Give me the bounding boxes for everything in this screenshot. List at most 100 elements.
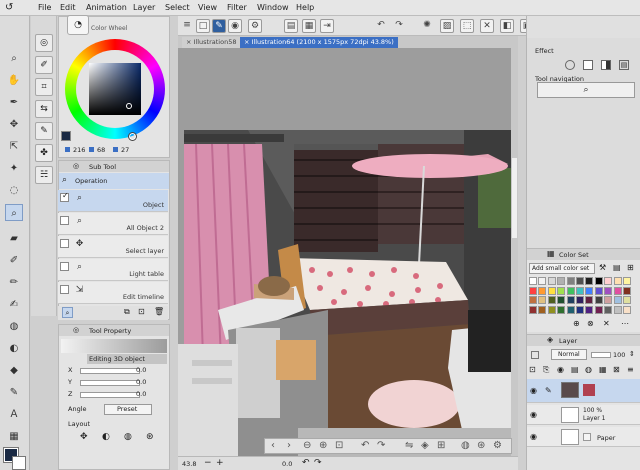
layer-row-layer1[interactable]: ◉ 100 % Layer 1 xyxy=(527,405,640,425)
nav-zoom-in-icon[interactable]: ⊕ xyxy=(319,440,327,451)
invert-selection-icon[interactable]: ◧ xyxy=(500,19,514,33)
layer-toggle-icon[interactable] xyxy=(531,351,539,359)
color-swatch[interactable] xyxy=(623,277,631,285)
new-sub-tool-icon[interactable]: ⊡ xyxy=(138,307,145,316)
swatch-replace-icon[interactable]: ⊗ xyxy=(587,319,594,328)
opacity-slider[interactable] xyxy=(591,352,611,358)
color-swatch[interactable] xyxy=(566,277,575,285)
layer-mask-icon[interactable]: ▤ xyxy=(571,365,579,374)
color-swatch[interactable] xyxy=(585,277,594,285)
color-swatch[interactable] xyxy=(604,277,613,285)
color-swatches[interactable] xyxy=(529,277,633,317)
menu-file[interactable]: File xyxy=(38,3,51,12)
menu-layer[interactable]: Layer xyxy=(133,3,155,12)
color-swatch[interactable] xyxy=(529,286,537,295)
effect-half-icon[interactable] xyxy=(601,60,611,70)
blend-mode-dropdown[interactable]: Normal xyxy=(551,349,587,360)
color-set-dropdown[interactable]: Add small color set xyxy=(529,263,595,274)
axis-value[interactable]: 0.0 xyxy=(136,366,146,374)
swatch-add-icon[interactable]: ⊕ xyxy=(573,319,580,328)
effect-circle-icon[interactable] xyxy=(565,60,575,70)
slider-x[interactable] xyxy=(80,368,140,374)
settings-gear-icon[interactable]: ⚙ xyxy=(248,19,262,33)
tool-navigation-button[interactable]: ⌕ xyxy=(537,82,635,98)
color-swatch[interactable] xyxy=(538,286,547,295)
color-swatch[interactable] xyxy=(538,277,547,285)
delete-icon[interactable]: 🗑 xyxy=(154,307,164,316)
color-swatch[interactable] xyxy=(604,286,613,295)
zoom-out-icon[interactable]: − xyxy=(204,458,212,468)
color-swatch[interactable] xyxy=(566,296,575,305)
effect-square-icon[interactable] xyxy=(583,60,593,70)
eraser-icon[interactable]: ▰ xyxy=(5,230,23,247)
nav-flip-icon[interactable]: ⇋ xyxy=(405,440,413,451)
checkbox-icon[interactable] xyxy=(60,262,69,271)
swatch-menu-icon[interactable]: ⋯ xyxy=(621,319,629,328)
color-wheel-tab-icon[interactable]: ◔ xyxy=(67,15,89,35)
checkbox-icon[interactable] xyxy=(60,285,69,294)
sub-tool-item-light-table[interactable]: ⌕ Light table xyxy=(58,259,168,281)
layer-visibility-icon[interactable]: ◉ xyxy=(530,432,537,441)
color-swatch[interactable] xyxy=(576,305,584,314)
nav-camera-icon[interactable]: ◍ xyxy=(461,440,470,451)
fill-bucket-icon[interactable]: ◆ xyxy=(5,362,23,379)
nav-rotate-right-icon[interactable]: ↷ xyxy=(377,440,385,451)
saturation-value[interactable]: 68 xyxy=(97,146,105,154)
color-swatch[interactable] xyxy=(623,286,631,295)
pencil-icon[interactable]: ✏ xyxy=(5,274,23,291)
lasso-icon[interactable]: ◌ xyxy=(5,182,23,199)
color-swatch[interactable] xyxy=(529,277,537,285)
nav-grid-icon[interactable]: ⊞ xyxy=(437,440,445,451)
layer-row-3d[interactable]: ◉ ✎ xyxy=(527,379,640,403)
strip-figure-icon[interactable]: ✤ xyxy=(35,144,53,162)
blend-icon[interactable]: ◐ xyxy=(5,340,23,357)
text-icon[interactable]: Ａ xyxy=(5,406,23,423)
color-swatch[interactable] xyxy=(547,277,556,285)
magnify-icon[interactable]: ⌕ xyxy=(5,50,23,67)
airbrush-icon[interactable]: ◍ xyxy=(5,318,23,335)
menu-animation[interactable]: Animation xyxy=(86,3,127,12)
canvas-scrollbar-thumb[interactable] xyxy=(512,158,517,238)
layer-clip-icon[interactable]: ⎘ xyxy=(543,365,549,375)
strip-layer-icon[interactable]: ☵ xyxy=(35,166,53,184)
frame-icon[interactable]: ▦ xyxy=(5,428,23,445)
hue-marker[interactable] xyxy=(128,132,137,141)
undo-icon[interactable]: ↶ xyxy=(374,19,388,33)
color-swatch[interactable] xyxy=(623,296,631,305)
swatch-delete-icon[interactable]: ✕ xyxy=(603,319,610,328)
slider-y[interactable] xyxy=(80,380,140,386)
color-swatch[interactable] xyxy=(604,305,613,314)
layer-more-icon[interactable]: ≡ xyxy=(627,365,634,374)
color-swatch[interactable] xyxy=(585,286,594,295)
brightness-value[interactable]: 27 xyxy=(121,146,129,154)
strip-pen-icon[interactable]: ✎ xyxy=(35,122,53,140)
color-set-view-icon[interactable]: ▤ xyxy=(613,263,621,272)
strip-color-icon[interactable]: ⌗ xyxy=(35,78,53,96)
sv-picker-marker[interactable] xyxy=(126,103,132,109)
color-swatch[interactable] xyxy=(604,296,613,305)
pen-icon[interactable]: ✐ xyxy=(5,252,23,269)
strip-adjust-icon[interactable]: ⇆ xyxy=(35,100,53,118)
main-sub-colors[interactable] xyxy=(61,131,76,146)
color-swatch[interactable] xyxy=(576,277,584,285)
color-swatch[interactable] xyxy=(613,305,622,314)
color-swatch[interactable] xyxy=(594,305,603,314)
slider-z[interactable] xyxy=(80,392,140,398)
nav-zoom-out-icon[interactable]: ⊖ xyxy=(303,440,311,451)
menu-hamburger-icon[interactable]: ≡ xyxy=(180,19,194,33)
color-swatch[interactable] xyxy=(566,286,575,295)
color-swatch[interactable] xyxy=(585,305,594,314)
layout-reset-icon[interactable]: ⊛ xyxy=(146,432,154,442)
color-swatch[interactable] xyxy=(613,296,622,305)
color-swatch[interactable] xyxy=(576,286,584,295)
axis-value[interactable]: 0.0 xyxy=(136,378,146,386)
open-folder-icon[interactable]: ▤ xyxy=(284,19,298,33)
color-swatch[interactable] xyxy=(623,305,631,314)
layer-lock2-icon[interactable]: ⊠ xyxy=(613,365,620,374)
nav-ruler-icon[interactable]: ◈ xyxy=(421,440,429,451)
canvas-scrollbar[interactable] xyxy=(511,48,518,456)
sub-tool-item-object[interactable]: ✓ ⌕ Object xyxy=(58,190,168,212)
move-icon[interactable]: ✥ xyxy=(5,116,23,133)
nav-prev-icon[interactable]: ‹ xyxy=(271,440,275,451)
axis-value[interactable]: 0.0 xyxy=(136,390,146,398)
